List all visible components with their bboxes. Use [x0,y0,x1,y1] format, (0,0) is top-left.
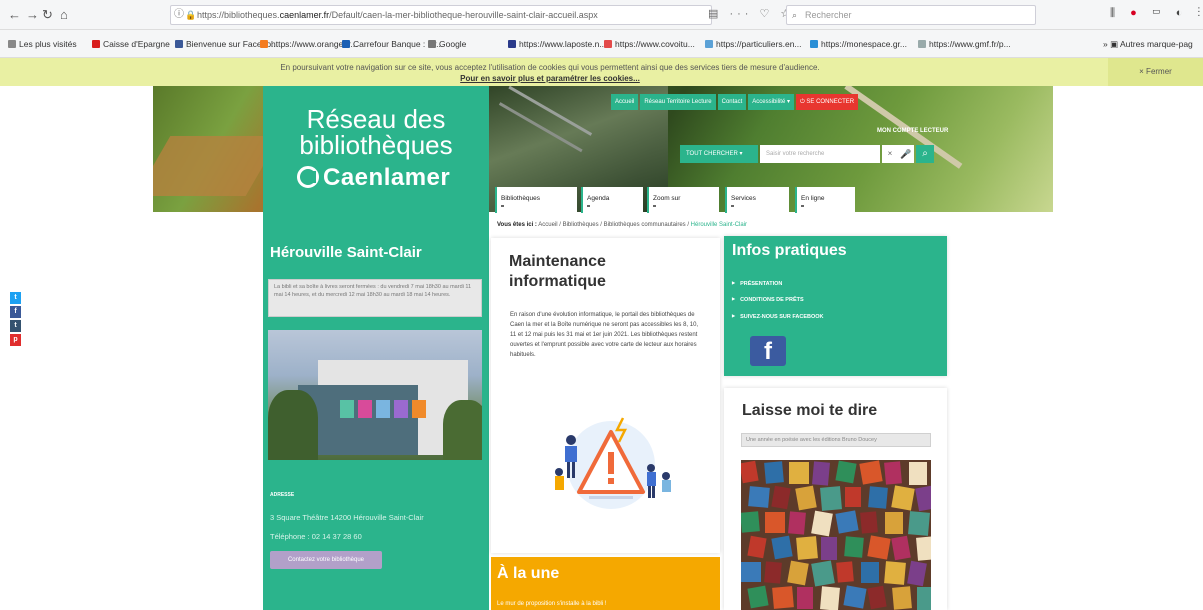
article-body: En raison d'une évolution informatique, … [510,312,699,358]
laisse-note: Une année en poésie avec les éditions Br… [741,433,931,447]
bookmark-item[interactable]: https://www.covoitu... [604,39,695,49]
bookmark-favicon-icon [810,40,818,48]
a-la-une-subtitle[interactable]: Le mur de proposition s'installe à la bi… [497,601,607,607]
link-conditions-prets[interactable]: CONDITIONS DE PRÊTS [732,296,804,303]
breadcrumb-path[interactable]: Accueil / Bibliothèques / Bibliothèques … [538,222,689,228]
page-actions[interactable]: ▤ ··· ♡ ☆ [708,7,794,20]
toolbar-right-icons[interactable]: ⫼ ● ▭ ◐ ⋮ [1110,7,1203,20]
twitter-icon[interactable]: t [10,292,21,304]
library-photo [268,330,482,460]
bookmark-favicon-icon [918,40,926,48]
bookmark-favicon-icon [428,40,436,48]
cookie-close-button[interactable]: × Fermer [1108,58,1203,86]
telephone: Téléphone : 02 14 37 28 60 [270,532,362,541]
my-account-link[interactable]: MON COMPTE LECTEUR [877,128,948,134]
search-button[interactable]: ⌕ [916,145,934,163]
clear-icon[interactable]: × [882,145,898,163]
nav-tab-agenda[interactable]: Agenda [581,187,643,213]
login-button[interactable]: ⏻ SE CONNECTER [796,94,859,110]
logo-brand[interactable]: Caenlamer [297,164,450,192]
cookie-settings-link[interactable]: Pour en savoir plus et paramétrer les co… [0,74,1100,83]
browser-search-placeholder: Rechercher [805,10,852,20]
tumblr-icon[interactable]: t [10,320,21,332]
laisse-title: Laisse moi te dire [742,402,878,419]
infos-title: Infos pratiques [732,242,847,259]
lock-icon: 🔒 [185,10,197,20]
bookmark-item[interactable]: Google [428,39,466,49]
books-photo [741,460,931,610]
bookmark-item[interactable]: Les plus visités [8,39,77,49]
bookmark-item[interactable]: https://www.laposte.n... [508,39,606,49]
cookie-banner: En poursuivant votre navigation sur ce s… [0,58,1203,86]
nav-tab-zoom[interactable]: Zoom sur [647,187,719,213]
breadcrumb-current: Hérouville Saint-Clair [690,222,748,228]
adblock-icon[interactable]: ● [1130,7,1143,19]
a-la-une-card: À la une Le mur de proposition s'install… [491,557,720,610]
bookmark-favicon-icon [8,40,16,48]
logo-line2: bibliothèques [299,130,453,160]
bookmark-item[interactable]: https://www.gmf.fr/p... [918,39,1011,49]
browser-toolbar: ← → ↻ ⌂ ⓘ 🔒 https://bibliotheques.caenla… [0,0,1203,30]
article-title: Maintenance informatique [509,253,606,290]
reload-icon[interactable]: ↻ [42,7,53,23]
bookmark-favicon-icon [92,40,100,48]
address: 3 Square Théâtre 14200 Hérouville Saint-… [270,513,424,522]
address-label: ADRESSE [270,492,295,498]
caenlamer-logo-icon [297,166,319,188]
nav-tab-bibliotheques[interactable]: Bibliothèques [495,187,577,213]
bookmark-favicon-icon [604,40,612,48]
maintenance-article: Maintenance informatique En raison d'une … [491,238,720,553]
nav-tab-services[interactable]: Services [725,187,789,213]
microphone-icon[interactable]: 🎤 [898,145,914,163]
site-logo[interactable]: Réseau des bibliothèques [263,106,489,158]
forward-icon[interactable]: → [26,7,39,23]
url-bar[interactable]: ⓘ 🔒 https://bibliotheques.caenlamer.fr/D… [170,5,712,25]
facebook-icon[interactable]: f [750,336,786,366]
breadcrumb: Vous êtes ici : Accueil / Bibliothèques … [497,222,748,228]
cookie-text: En poursuivant votre navigation sur ce s… [280,63,820,72]
top-link-contact[interactable]: Contact [717,94,747,110]
bookmark-favicon-icon [508,40,516,48]
top-link-reseau[interactable]: Réseau Territoire Lecture [640,94,716,110]
bookmark-favicon-icon [260,40,268,48]
search-icon: ⌕ [792,10,798,20]
bookmark-favicon-icon [175,40,183,48]
nav-tab-en-ligne[interactable]: En ligne [795,187,855,213]
browser-search-input[interactable]: ⌕ Rechercher [786,5,1036,25]
home-icon[interactable]: ⌂ [60,7,68,23]
url-path: /Default/caen-la-mer-bibliotheque-herouv… [329,10,598,20]
pinterest-icon[interactable]: p [10,334,21,346]
other-bookmarks[interactable]: » ▣ Autres marque-pag [1103,39,1193,50]
bookmarks-bar: Les plus visités Caisse d'Epargne Bienvenu… [0,30,1203,58]
info-icon[interactable]: ⓘ [174,6,184,24]
bookmark-favicon-icon [342,40,350,48]
top-link-accueil[interactable]: Accueil [611,94,639,110]
laisse-moi-te-dire-card: Laisse moi te dire Une année en poésie a… [724,388,947,610]
bookmark-item[interactable]: https://monespace.gr... [810,39,907,49]
bookmark-item[interactable]: https://particuliers.en... [705,39,802,49]
contact-library-button[interactable]: Contactez votre bibliothèque [270,551,382,569]
back-icon[interactable]: ← [8,7,21,23]
closure-alert: La bibli et sa boîte à livres seront fer… [268,279,482,317]
facebook-share-icon[interactable]: f [10,306,21,318]
catalog-search-input[interactable]: Saisir votre recherche [760,145,880,163]
search-scope-select[interactable]: TOUT CHERCHER ▾ [680,145,758,163]
link-presentation[interactable]: PRÉSENTATION [732,280,782,287]
bookmark-favicon-icon [705,40,713,48]
top-link-accessibilite[interactable]: Accessibilité ▾ [748,94,794,110]
a-la-une-title: À la une [497,565,560,582]
logo-line1: Réseau des [306,104,446,134]
link-facebook[interactable]: SUIVEZ-NOUS SUR FACEBOOK [732,313,823,320]
bookmark-item[interactable]: Caisse d'Epargne [92,39,170,49]
library-title: Hérouville Saint-Clair [270,244,422,261]
url-prefix: https://bibliotheques. [197,10,280,20]
top-navigation: Accueil Réseau Territoire Lecture Contact A… [611,94,860,110]
url-domain: caenlamer.fr [279,10,330,20]
maintenance-illustration [555,417,671,509]
